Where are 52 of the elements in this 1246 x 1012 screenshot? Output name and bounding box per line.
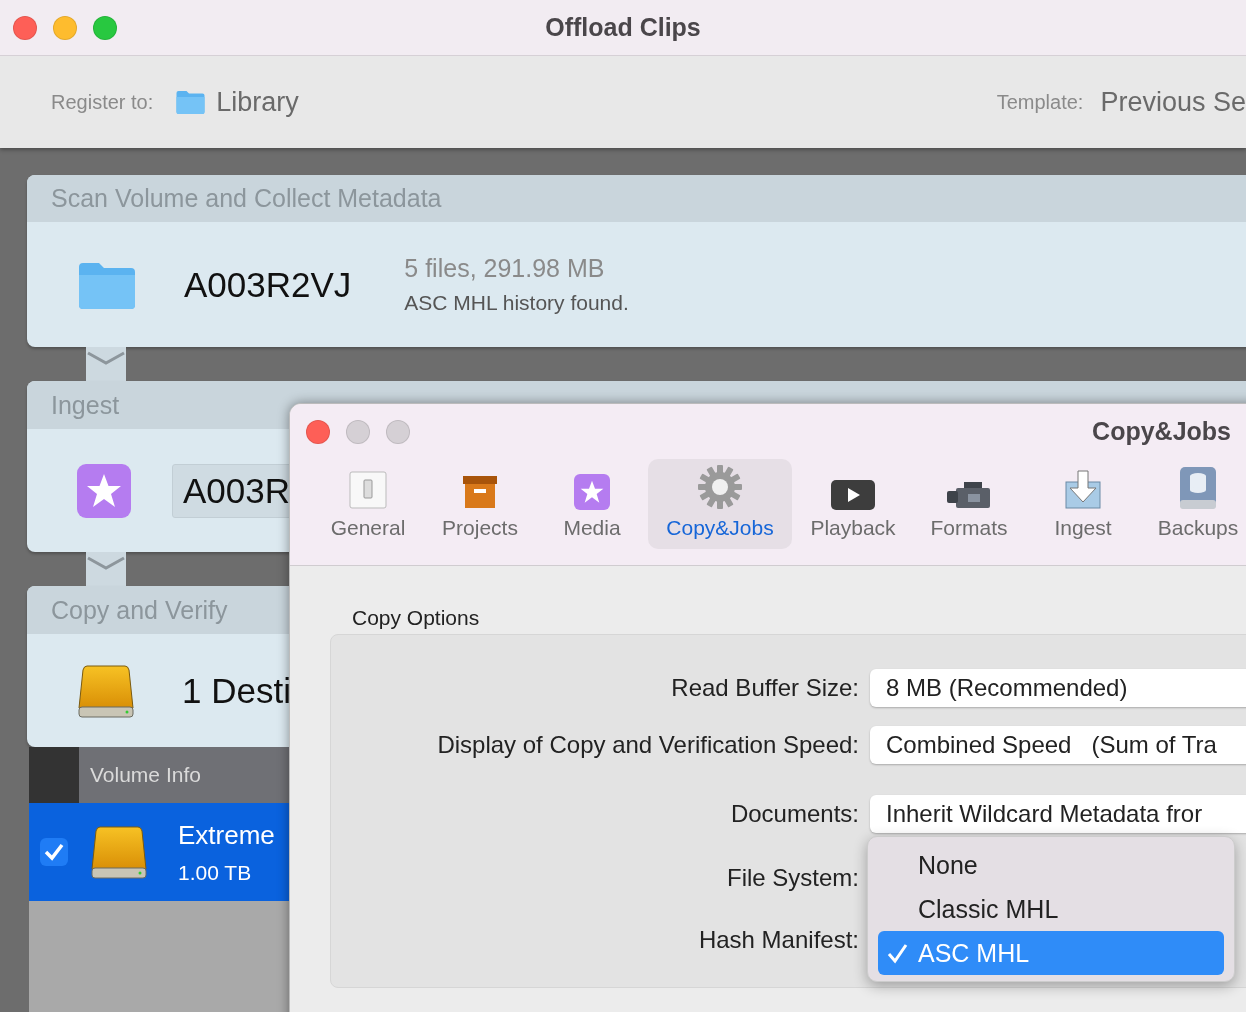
zoom-button[interactable] [386,420,410,444]
volume-info-title: Volume Info [89,763,201,787]
template-selector[interactable]: Previous Se [1100,86,1246,118]
close-button[interactable] [306,420,330,444]
step-name: 1 Desti [182,670,291,711]
menu-item[interactable]: Classic MHL [878,887,1224,931]
preferences-tab[interactable]: Formats [914,459,1024,549]
template-label: Template: [996,90,1084,114]
step-name: A003R2VJ [184,264,352,305]
volume-name: Extreme [178,819,275,851]
field-label: File System: [725,864,859,892]
popup-button[interactable]: 8 MB (Recommended) [870,669,1246,707]
popup-button[interactable]: Combined Speed (Sum of Tra [870,726,1246,764]
preferences-tab[interactable]: Ingest [1024,459,1142,549]
library-selector[interactable]: Library [216,86,299,118]
field-label: Hash Manifest: [697,926,859,954]
checkbox[interactable] [40,838,68,866]
minimize-button[interactable] [346,420,370,444]
register-label: Register to: [51,90,154,114]
preferences-tab[interactable]: General [312,459,424,549]
connector-icon [86,552,126,586]
zoom-button[interactable] [93,15,117,40]
section-title: Copy Options [352,606,481,630]
preferences-tab[interactable]: Media [536,459,648,549]
play-icon [831,480,875,510]
preferences-tab[interactable]: Backups [1142,459,1246,549]
menu-item[interactable]: ASC MHL [878,931,1224,975]
preferences-tab[interactable]: Copy&Jobs [648,459,792,549]
minimize-button[interactable] [53,15,77,40]
popup-button[interactable]: Inherit Wildcard Metadata fror [870,795,1246,833]
switch-icon [348,470,388,510]
download-icon [1065,470,1101,510]
checkmark-icon [886,942,908,964]
preferences-tab[interactable]: Projects [424,459,536,549]
box-icon [462,474,498,510]
file-summary: 5 files, 291.98 MB [404,254,606,283]
menu-item[interactable]: None [878,843,1224,887]
drive-icon [1178,466,1218,510]
drive-icon [90,823,148,881]
close-button[interactable] [13,15,37,40]
connector-icon [86,347,126,381]
camera-icon [946,480,992,510]
volume-size: 1.00 TB [178,860,253,885]
preferences-tab[interactable]: Playback [792,459,914,549]
step-title: Scan Volume and Collect Metadata [27,175,1246,222]
field-label: Display of Copy and Verification Speed: [436,731,859,759]
folder-icon [175,89,207,115]
window-title: Offload Clips [545,13,701,42]
status-note: ASC MHL history found. [404,291,629,315]
settings-icon [697,464,743,510]
field-label: Documents: [729,800,859,828]
field-label: Read Buffer Size: [670,674,859,702]
